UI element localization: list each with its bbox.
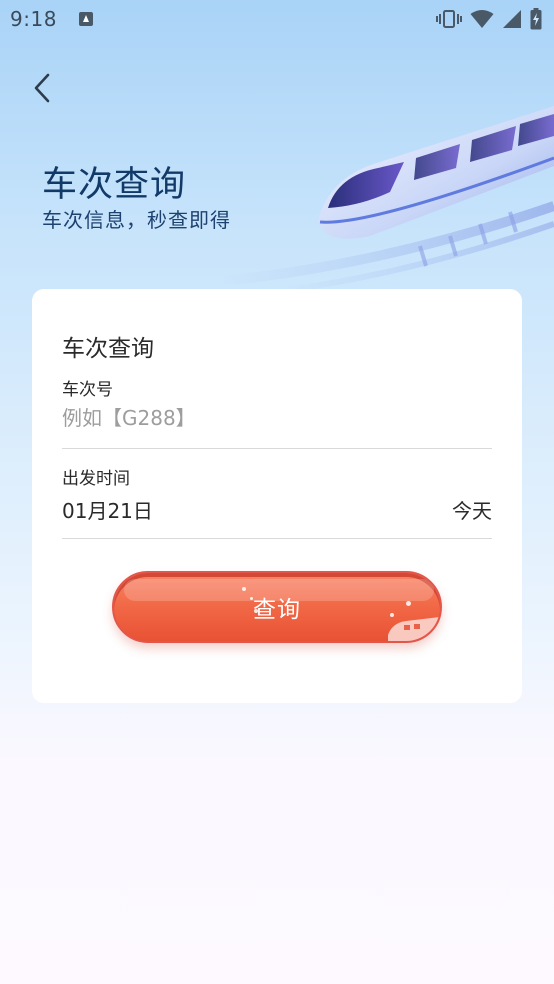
train-icon <box>388 617 440 641</box>
battery-charging-icon <box>530 8 542 30</box>
status-time: 9:18 <box>10 7 57 31</box>
departure-label: 出发时间 <box>62 469 130 489</box>
sparkle-icon <box>242 587 246 591</box>
status-left: 9:18 <box>10 7 93 31</box>
notification-a-icon <box>78 12 93 26</box>
train-number-input[interactable] <box>62 401 492 435</box>
divider <box>62 538 492 539</box>
vibrate-icon <box>436 10 462 28</box>
query-card: 车次查询 车次号 出发时间 01月21日 今天 查询 <box>32 289 522 703</box>
query-button[interactable]: 查询 <box>112 571 442 643</box>
signal-icon <box>503 10 521 28</box>
status-icons <box>436 8 542 30</box>
back-button[interactable] <box>24 68 60 108</box>
departure-date: 01月21日 <box>62 498 153 523</box>
form-title: 车次查询 <box>62 336 154 362</box>
train-number-label: 车次号 <box>62 380 113 400</box>
divider <box>62 448 492 449</box>
sparkle-icon <box>406 601 411 606</box>
departure-date-selector[interactable]: 01月21日 今天 <box>62 489 492 529</box>
today-hint: 今天 <box>452 498 492 523</box>
train-illustration <box>220 106 554 294</box>
status-bar: 9:18 <box>0 0 554 38</box>
page-title: 车次查询 <box>42 165 187 205</box>
chevron-left-icon <box>34 73 50 103</box>
wifi-icon <box>470 10 494 28</box>
query-button-label: 查询 <box>253 597 301 623</box>
page-subtitle: 车次信息，秒查即得 <box>42 208 231 232</box>
